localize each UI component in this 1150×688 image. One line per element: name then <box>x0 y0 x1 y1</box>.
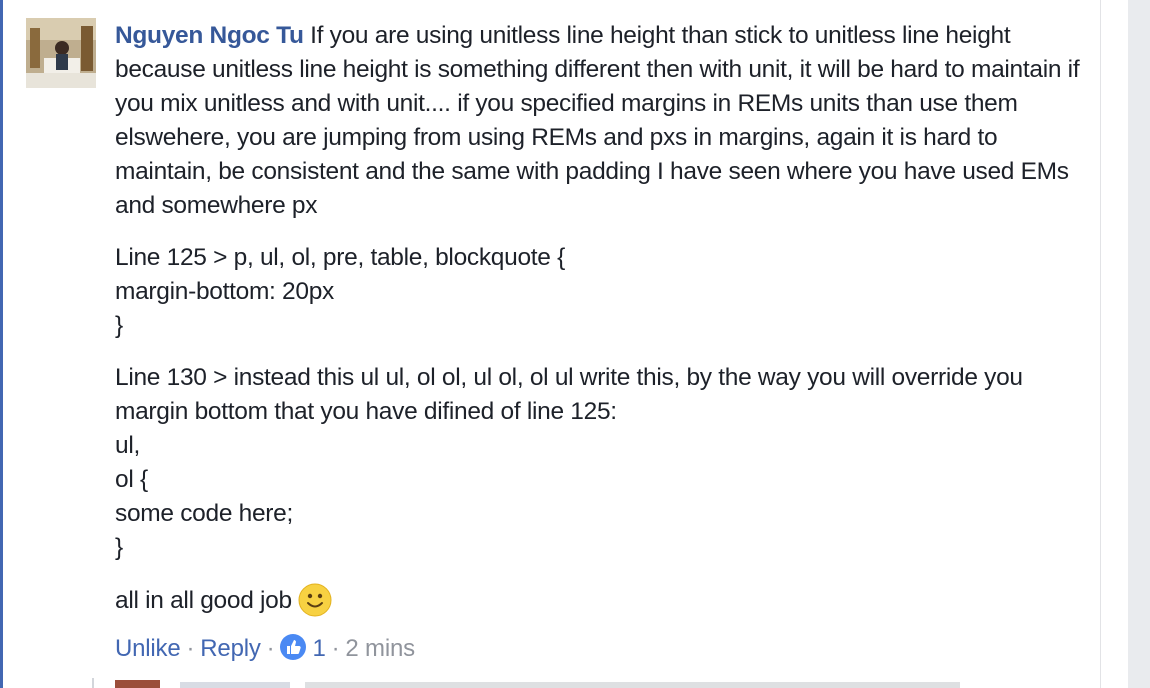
separator: · <box>331 635 340 662</box>
author-name[interactable]: Nguyen Ngoc Tu <box>115 22 304 49</box>
comment-text: If you are using unitless line height th… <box>115 22 1080 219</box>
avatar-photo <box>26 18 96 88</box>
comment-line: Line 125 > p, ul, ol, pre, table, blockq… <box>115 244 565 271</box>
reply-preview-cutoff <box>180 682 960 688</box>
reply-button[interactable]: Reply <box>200 635 261 662</box>
comment-line: ul, <box>115 432 140 459</box>
comment-paragraph-3: Line 130 > instead this ul ul, ol ol, ul… <box>115 361 1085 565</box>
like-count[interactable]: 1 <box>312 635 325 662</box>
separator: · <box>266 635 275 662</box>
comment-actions: Unlike · Reply · 1 · 2 mins <box>115 632 415 666</box>
comment-body: Nguyen Ngoc Tu If you are using unitless… <box>115 19 1085 636</box>
reply-avatar[interactable] <box>115 680 160 688</box>
comment-paragraph-4: all in all good job <box>115 583 1085 618</box>
comment-highlight-bar <box>0 0 3 688</box>
slightly-smiling-face-emoji <box>298 583 332 617</box>
comment-line: Line 130 > instead this ul ul, ol ol, ul… <box>115 364 1023 425</box>
comment-line: margin-bottom: 20px <box>115 278 334 305</box>
timestamp[interactable]: 2 mins <box>345 635 415 662</box>
comment-line: all in all good job <box>115 587 292 614</box>
comment-line: } <box>115 534 123 561</box>
comment-line: ol { <box>115 466 148 493</box>
thumbs-up-icon[interactable] <box>280 634 307 660</box>
comment-line: some code here; <box>115 500 293 527</box>
unlike-button[interactable]: Unlike <box>115 635 181 662</box>
comment-paragraph-2: Line 125 > p, ul, ol, pre, table, blockq… <box>115 241 1085 343</box>
reply-thread-line <box>92 678 94 688</box>
separator: · <box>186 635 195 662</box>
page-background-strip <box>1128 0 1150 688</box>
comment-line: } <box>115 312 123 339</box>
comment-paragraph-1: Nguyen Ngoc Tu If you are using unitless… <box>115 19 1085 223</box>
avatar[interactable] <box>26 18 96 88</box>
